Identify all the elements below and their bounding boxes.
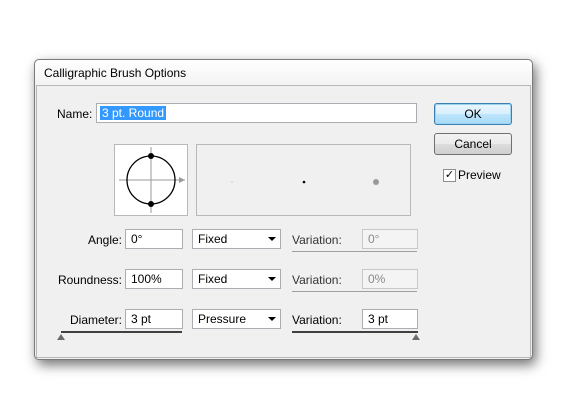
title-bar[interactable]: Calligraphic Brush Options [35, 60, 532, 85]
preview-label[interactable]: Preview [458, 168, 501, 182]
angle-label: Angle: [87, 233, 122, 247]
brush-preview-area [196, 144, 411, 216]
angle-variation-field: 0° [362, 229, 418, 249]
angle-variation-label: Variation: [292, 233, 342, 247]
roundness-mode-value: Fixed [198, 272, 228, 286]
roundness-handle-bottom [148, 201, 154, 207]
roundness-variation-field: 0% [362, 269, 418, 289]
brush-shape-widget[interactable] [114, 144, 188, 216]
roundness-mode-dropdown[interactable]: Fixed [192, 269, 281, 289]
roundness-variation-divider [292, 291, 417, 292]
diameter-slider-handle[interactable] [57, 334, 65, 340]
diameter-label: Diameter: [69, 313, 122, 327]
brush-preview-graphic [231, 179, 379, 185]
angle-mode-value: Fixed [198, 232, 228, 246]
diameter-variation-slider-handle[interactable] [412, 334, 420, 340]
diameter-mode-value: Pressure [198, 312, 247, 326]
ok-button[interactable]: OK [434, 103, 512, 125]
angle-field[interactable]: 0° [125, 229, 183, 249]
angle-arrow-icon [179, 177, 185, 183]
diameter-field[interactable]: 3 pt [125, 309, 183, 329]
preview-checkbox[interactable]: ✓ [443, 169, 456, 182]
cancel-button[interactable]: Cancel [434, 133, 512, 155]
name-label: Name: [57, 107, 93, 121]
chevron-down-icon [268, 277, 276, 281]
angle-variation-divider [292, 251, 417, 252]
dialog-title: Calligraphic Brush Options [44, 66, 187, 80]
roundness-handle-top [148, 153, 154, 159]
roundness-variation-label: Variation: [292, 273, 342, 287]
calligraphic-brush-options-dialog: Calligraphic Brush Options Name: 3 pt. R… [34, 59, 533, 360]
diameter-mode-dropdown[interactable]: Pressure [192, 309, 281, 329]
diameter-variation-slider-track[interactable] [292, 331, 418, 333]
chevron-down-icon [268, 317, 276, 321]
diameter-variation-field[interactable]: 3 pt [362, 309, 418, 329]
name-value: 3 pt. Round [100, 106, 167, 120]
diameter-slider-track[interactable] [61, 331, 182, 333]
chevron-down-icon [268, 237, 276, 241]
dialog-body: Name: 3 pt. Round OK Cancel ✓ Preview An… [36, 85, 531, 358]
brush-shape-graphic [119, 147, 185, 213]
angle-mode-dropdown[interactable]: Fixed [192, 229, 281, 249]
diameter-variation-label: Variation: [292, 313, 342, 327]
name-field[interactable]: 3 pt. Round [96, 103, 417, 123]
roundness-label: Roundness: [57, 273, 122, 287]
roundness-field[interactable]: 100% [125, 269, 183, 289]
